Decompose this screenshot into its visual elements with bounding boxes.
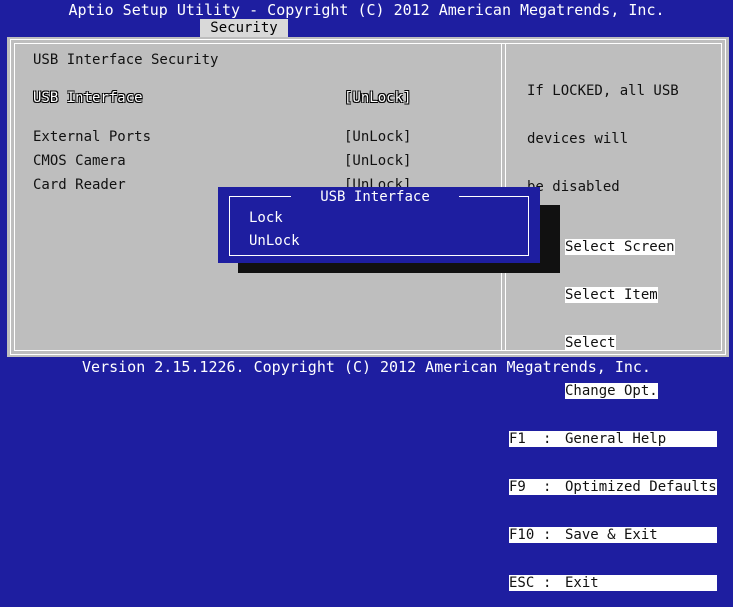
key-legend-row: F1: General Help xyxy=(509,431,717,447)
key-desc: Select Item xyxy=(565,287,658,303)
key-name: ESC xyxy=(509,575,535,591)
key-legend-row: Select xyxy=(509,335,717,351)
app-title: Aptio Setup Utility - Copyright (C) 2012… xyxy=(68,1,665,19)
help-line: If LOCKED, all USB xyxy=(527,83,679,99)
help-line: be disabled xyxy=(527,179,620,195)
key-legend-row: F10: Save & Exit xyxy=(509,527,717,543)
setting-external-ports-value[interactable]: [UnLock] xyxy=(344,129,411,145)
key-name: F10 xyxy=(509,527,535,543)
setting-usb-interface-label[interactable]: USB Interface xyxy=(33,90,143,106)
key-legend-row: ESC: Exit xyxy=(509,575,717,591)
key-desc: General Help xyxy=(565,431,667,447)
tab-security[interactable]: Security xyxy=(200,19,288,37)
dialog-title: USB Interface xyxy=(291,189,459,205)
key-desc: Change Opt. xyxy=(565,383,658,399)
footer-version: Version 2.15.1226. Copyright (C) 2012 Am… xyxy=(82,358,651,376)
key-legend-row: Change Opt. xyxy=(509,383,717,399)
key-desc: Select Screen xyxy=(565,239,675,255)
key-legend-row: Select Item xyxy=(509,287,717,303)
dialog-option-lock[interactable]: Lock xyxy=(249,210,283,226)
setting-external-ports-label[interactable]: External Ports xyxy=(33,129,151,145)
key-desc: Exit xyxy=(565,575,599,591)
key-desc: Select xyxy=(565,335,616,351)
setting-usb-interface-value[interactable]: [UnLock] xyxy=(344,90,411,106)
setting-cmos-camera-label[interactable]: CMOS Camera xyxy=(33,153,126,169)
key-sep: : xyxy=(543,575,552,591)
setting-card-reader-label[interactable]: Card Reader xyxy=(33,177,126,193)
section-title: USB Interface Security xyxy=(33,52,219,68)
key-sep: : xyxy=(543,479,552,495)
help-line: devices will xyxy=(527,131,629,147)
key-desc: Save & Exit xyxy=(565,527,658,543)
key-name: F9 xyxy=(509,479,526,495)
key-legend-row: F9: Optimized Defaults xyxy=(509,479,717,495)
key-name: F1 xyxy=(509,431,526,447)
key-sep: : xyxy=(543,431,552,447)
setting-cmos-camera-value[interactable]: [UnLock] xyxy=(344,153,411,169)
key-sep: : xyxy=(543,527,552,543)
help-text: If LOCKED, all USB devices will be disab… xyxy=(527,51,679,211)
dialog-option-unlock[interactable]: UnLock xyxy=(249,233,300,249)
key-desc: Optimized Defaults xyxy=(565,479,717,495)
